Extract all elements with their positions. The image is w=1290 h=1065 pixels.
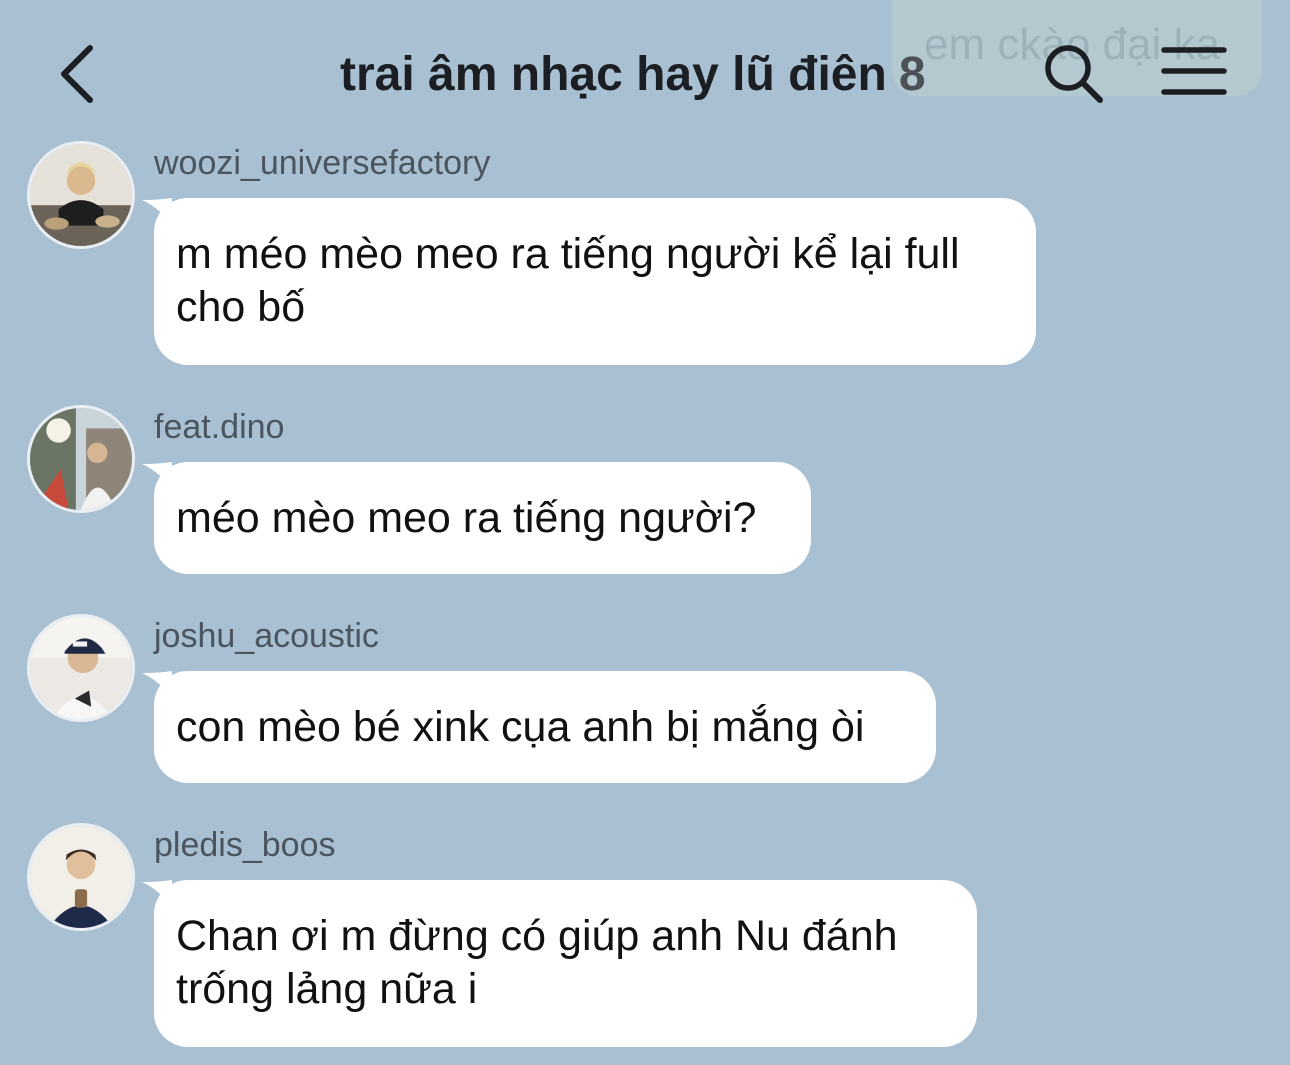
message-text: Chan ơi m đừng có giúp anh Nu đánh trống…: [176, 912, 898, 1013]
chat-name: trai âm nhạc hay lũ điên: [340, 48, 887, 101]
chat-title: trai âm nhạc hay lũ điên 8: [340, 40, 926, 110]
message-text: m méo mèo meo ra tiếng người kể lại full…: [176, 230, 960, 331]
message-username: feat.dino: [154, 408, 285, 446]
search-button[interactable]: [1040, 40, 1106, 106]
avatar[interactable]: [30, 617, 132, 719]
message-bubble[interactable]: Chan ơi m đừng có giúp anh Nu đánh trống…: [154, 880, 977, 1047]
back-button[interactable]: [52, 40, 108, 108]
avatar-image: [30, 144, 132, 246]
message-text: méo mèo meo ra tiếng người?: [176, 494, 757, 542]
member-count: 8: [898, 48, 926, 101]
chevron-left-icon: [61, 45, 93, 103]
avatar-image: [30, 408, 132, 510]
chat-header: em ckào đại ka trai âm nhạc hay lũ điên 8: [0, 0, 1290, 140]
message-text: con mèo bé xink cụa anh bị mắng òi: [176, 703, 865, 751]
avatar-image: [30, 826, 132, 928]
message-bubble[interactable]: méo mèo meo ra tiếng người?: [154, 462, 811, 574]
message-username: joshu_acoustic: [154, 617, 379, 655]
avatar-image: [30, 617, 132, 719]
menu-button[interactable]: [1160, 44, 1228, 100]
avatar[interactable]: [30, 144, 132, 246]
avatar[interactable]: [30, 826, 132, 928]
search-icon: [1045, 45, 1103, 103]
avatar[interactable]: [30, 408, 132, 510]
message-username: woozi_universefactory: [154, 144, 491, 182]
hamburger-menu-icon: [1161, 47, 1227, 95]
message-username: pledis_boos: [154, 826, 336, 864]
message-bubble[interactable]: m méo mèo meo ra tiếng người kể lại full…: [154, 198, 1036, 365]
message-bubble[interactable]: con mèo bé xink cụa anh bị mắng òi: [154, 671, 936, 783]
